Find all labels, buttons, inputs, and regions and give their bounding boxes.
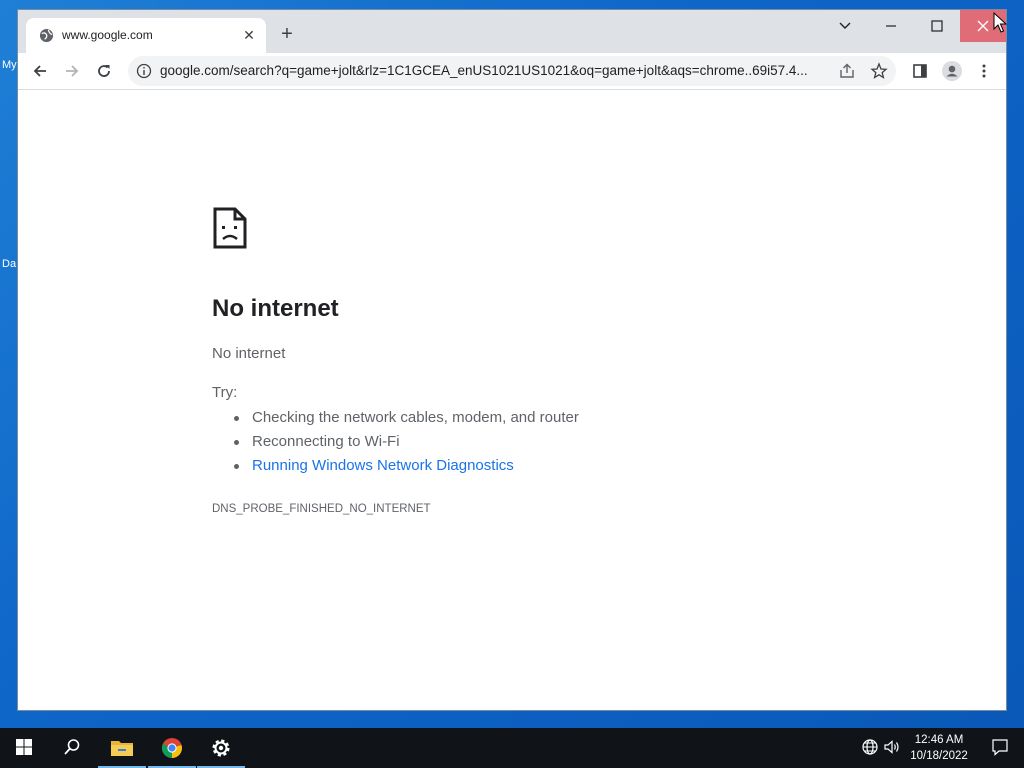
browser-toolbar: google.com/search?q=game+jolt&rlz=1C1GCE…	[18, 53, 1006, 90]
url-text[interactable]: google.com/search?q=game+jolt&rlz=1C1GCE…	[160, 63, 830, 78]
start-icon	[16, 739, 32, 755]
desktop-icon-label[interactable]: My	[2, 59, 17, 71]
settings-button[interactable]	[197, 728, 245, 768]
tab-title: www.google.com	[62, 28, 153, 42]
notifications-button[interactable]	[976, 728, 1024, 768]
reload-icon	[98, 65, 110, 77]
search-button[interactable]	[48, 728, 96, 768]
suggestion-list: Checking the network cables, modem, and …	[212, 408, 579, 480]
menu-button[interactable]	[970, 57, 998, 85]
forward-button[interactable]	[58, 57, 86, 85]
new-tab-button[interactable]: +	[276, 24, 298, 46]
minimize-icon	[886, 25, 896, 27]
network-diagnostics-link[interactable]: Running Windows Network Diagnostics	[234, 456, 579, 480]
browser-tab[interactable]: www.google.com ✕	[26, 18, 266, 53]
error-subheading: No internet	[212, 345, 286, 362]
tab-close-button[interactable]: ✕	[240, 26, 258, 44]
maximize-icon	[931, 20, 943, 32]
volume-icon	[884, 740, 899, 754]
chevron-down-icon	[839, 22, 851, 29]
error-heading: No internet	[212, 295, 339, 322]
taskbar: 12:46 AM 10/18/2022	[0, 728, 1024, 768]
desktop-icon-label[interactable]: Da	[2, 258, 16, 270]
info-icon[interactable]	[136, 63, 152, 79]
start-button[interactable]	[0, 728, 48, 768]
taskbar-clock[interactable]: 12:46 AM 10/18/2022	[905, 732, 973, 764]
chrome-icon	[161, 738, 182, 759]
try-label: Try:	[212, 384, 238, 401]
search-icon	[64, 739, 80, 755]
file-explorer-icon	[111, 741, 133, 756]
forward-icon	[66, 65, 79, 77]
tab-strip: www.google.com ✕ +	[18, 10, 1006, 53]
suggestion-item: Checking the network cables, modem, and …	[234, 408, 579, 432]
chrome-button[interactable]	[148, 728, 196, 768]
globe-icon	[39, 28, 54, 43]
reload-button[interactable]	[90, 57, 118, 85]
share-icon[interactable]	[838, 62, 856, 80]
mouse-cursor-icon	[993, 12, 1007, 33]
minimize-button[interactable]	[868, 10, 914, 42]
address-bar[interactable]: google.com/search?q=game+jolt&rlz=1C1GCE…	[128, 56, 896, 86]
back-button[interactable]	[26, 57, 54, 85]
profile-button[interactable]	[938, 57, 966, 85]
tab-search-button[interactable]	[822, 10, 868, 42]
sad-page-icon	[213, 207, 247, 249]
back-icon	[33, 65, 46, 77]
clock-time: 12:46 AM	[914, 734, 964, 746]
page-content: No internet No internet Try: Checking th…	[18, 90, 1006, 710]
clock-date: 10/18/2022	[910, 750, 968, 762]
browser-window: www.google.com ✕ + google.com/search?q=g	[18, 10, 1006, 710]
side-panel-icon	[913, 64, 927, 78]
profile-icon	[942, 61, 962, 81]
maximize-button[interactable]	[914, 10, 960, 42]
notifications-icon	[992, 739, 1008, 756]
menu-icon	[982, 64, 986, 78]
close-icon	[977, 20, 989, 32]
star-icon[interactable]	[870, 62, 888, 80]
settings-icon	[212, 739, 230, 757]
error-code: DNS_PROBE_FINISHED_NO_INTERNET	[212, 503, 431, 515]
file-explorer-button[interactable]	[98, 728, 146, 768]
suggestion-item: Reconnecting to Wi-Fi	[234, 432, 579, 456]
side-panel-button[interactable]	[906, 57, 934, 85]
